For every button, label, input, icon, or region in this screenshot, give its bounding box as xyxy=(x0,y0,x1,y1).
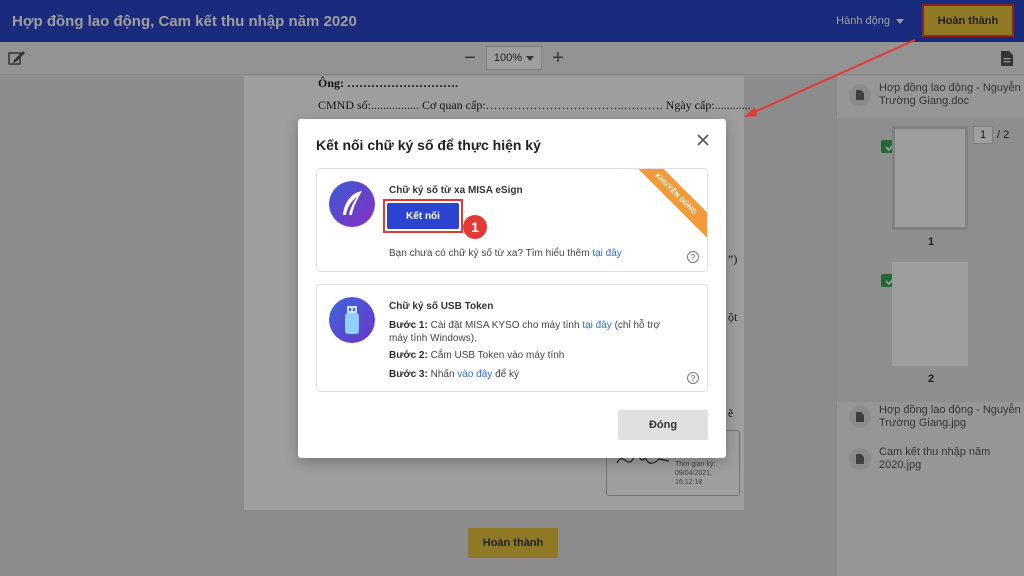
usb-step-1: Bước 1: Cài đặt MISA KYSO cho máy tính t… xyxy=(389,319,679,345)
step-3-label: Bước 3: xyxy=(389,369,428,380)
connect-highlight: Kết nối xyxy=(383,199,463,233)
close-icon[interactable] xyxy=(694,131,712,149)
dialog-title: Kết nối chữ ký số để thực hiện ký xyxy=(316,137,541,153)
recommended-ribbon: KHUYÊN DÙNG xyxy=(627,169,707,243)
esign-logo-icon xyxy=(329,181,375,227)
usb-card-title: Chữ ký số USB Token xyxy=(389,301,494,312)
remote-card-title: Chữ ký số từ xa MISA eSign xyxy=(389,185,523,196)
sign-connect-dialog: Kết nối chữ ký số để thực hiện ký Chữ ký… xyxy=(298,119,726,458)
remote-learn-more-link[interactable]: tại đây xyxy=(592,248,621,259)
step-1-label: Bước 1: xyxy=(389,320,428,331)
usb-token-icon xyxy=(329,297,375,343)
remote-signature-card: Chữ ký số từ xa MISA eSign KHUYÊN DÙNG B… xyxy=(316,168,708,272)
usb-token-card: Chữ ký số USB Token Bước 1: Cài đặt MISA… xyxy=(316,284,708,392)
help-icon[interactable]: ? xyxy=(687,251,699,263)
usb-step-3: Bước 3: Nhấn vào đây để ký xyxy=(389,368,679,381)
step-2-text: Cắm USB Token vào máy tính xyxy=(430,350,565,361)
connect-button[interactable]: Kết nối xyxy=(387,203,459,229)
step-1-text: Cài đặt MISA KYSO cho máy tính xyxy=(430,320,580,331)
remote-note: Bạn chưa có chữ ký số từ xa? Tìm hiểu th… xyxy=(389,247,689,260)
usb-step-2: Bước 2: Cắm USB Token vào máy tính xyxy=(389,349,679,362)
step-3-suffix: để ký xyxy=(495,369,519,380)
step-2-label: Bước 2: xyxy=(389,350,428,361)
step-badge: 1 xyxy=(463,215,487,239)
step-3-text: Nhấn xyxy=(430,369,455,380)
sign-here-link[interactable]: vào đây xyxy=(457,369,492,380)
remote-note-text: Bạn chưa có chữ ký số từ xa? Tìm hiểu th… xyxy=(389,248,590,259)
close-dialog-button[interactable]: Đóng xyxy=(618,410,708,440)
kyso-download-link[interactable]: tại đây xyxy=(582,320,611,331)
help-icon[interactable]: ? xyxy=(687,372,699,384)
